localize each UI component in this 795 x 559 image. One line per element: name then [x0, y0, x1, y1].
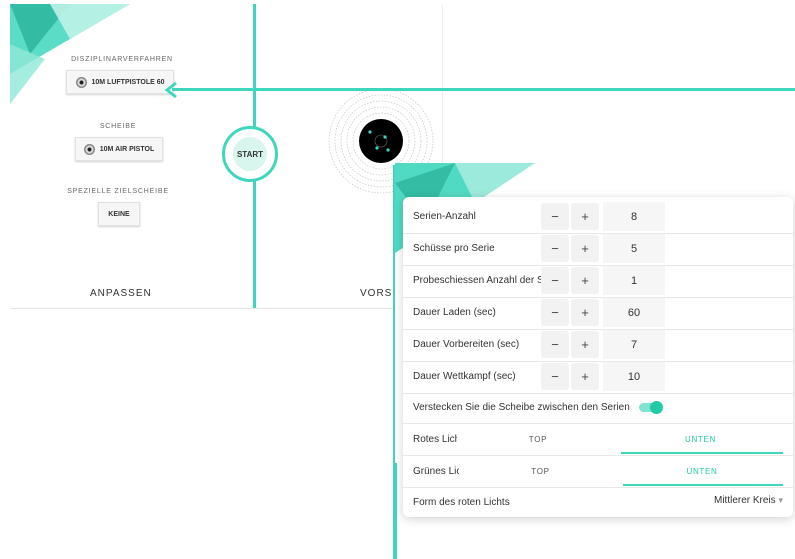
spezielle-select-button[interactable]: KEINE — [98, 202, 140, 226]
anpassen-label: ANPASSEN — [90, 288, 152, 299]
hide-target-label: Verstecken Sie die Scheibe zwischen den … — [413, 402, 630, 413]
green-light-option-bottom[interactable]: UNTEN — [621, 467, 783, 476]
decrement-button[interactable]: − — [541, 363, 569, 390]
setting-label: Schüsse pro Serie — [413, 243, 495, 254]
setting-label: Dauer Laden (sec) — [413, 307, 496, 318]
decrement-button[interactable]: − — [541, 299, 569, 326]
setting-value[interactable]: 5 — [603, 234, 665, 263]
decrement-button[interactable]: − — [541, 331, 569, 358]
panel-border — [393, 165, 395, 559]
scheibe-value: 10M AIR PISTOL — [99, 145, 155, 153]
setting-row-wettkampf: Dauer Wettkampf (sec) − + 10 — [403, 361, 793, 394]
setting-row-probeschiessen: Probeschiessen Anzahl der Serien − + 1 — [403, 265, 793, 298]
red-shape-select[interactable]: Mittlerer Kreis ▾ — [683, 495, 783, 506]
setting-value[interactable]: 10 — [603, 362, 665, 391]
setting-value[interactable]: 1 — [603, 266, 665, 295]
red-shape-label: Form des roten Lichts — [413, 497, 510, 508]
disziplin-label: DISZIPLINARVERFAHREN — [71, 56, 173, 63]
start-button[interactable]: START — [222, 126, 278, 182]
increment-button[interactable]: + — [571, 363, 599, 390]
setting-label: Probeschiessen Anzahl der Serien — [413, 275, 541, 286]
green-light-option-top[interactable]: TOP — [463, 467, 618, 476]
decrement-button[interactable]: − — [541, 235, 569, 262]
start-label: START — [236, 150, 264, 159]
increment-button[interactable]: + — [571, 235, 599, 262]
setting-label: Dauer Vorbereiten (sec) — [413, 339, 520, 350]
increment-button[interactable]: + — [571, 331, 599, 358]
increment-button[interactable]: + — [571, 267, 599, 294]
spezielle-value: KEINE — [108, 210, 130, 218]
setting-row-hide-target: Verstecken Sie die Scheibe zwischen den … — [403, 393, 793, 424]
selected-indicator — [621, 452, 783, 454]
settings-card: Serien-Anzahl − + 8 Schüsse pro Serie − … — [403, 197, 793, 517]
selected-indicator — [623, 484, 783, 486]
setting-value[interactable]: 7 — [603, 330, 665, 359]
setting-row-schuesse: Schüsse pro Serie − + 5 — [403, 233, 793, 266]
scheibe-label: SCHEIBE — [99, 123, 137, 130]
red-shape-value: Mittlerer Kreis — [714, 495, 776, 506]
disziplin-select-button[interactable]: 10M LUFTPISTOLE 60 — [66, 70, 174, 94]
red-light-option-top[interactable]: TOP — [463, 435, 613, 444]
setting-label: Dauer Wettkampf (sec) — [413, 371, 516, 382]
arrow-left-icon — [164, 81, 177, 99]
target-icon — [75, 76, 87, 88]
disziplin-value: 10M LUFTPISTOLE 60 — [91, 78, 165, 86]
setting-row-serien: Serien-Anzahl − + 8 — [403, 201, 793, 234]
red-light-option-bottom[interactable]: UNTEN — [618, 435, 783, 444]
increment-button[interactable]: + — [571, 203, 599, 230]
spezielle-label: SPEZIELLE ZIELSCHEIBE — [67, 188, 169, 195]
decrement-button[interactable]: − — [541, 203, 569, 230]
green-light-label: Grünes Licht — [413, 466, 459, 477]
setting-row-red-light: Rotes Licht TOP UNTEN — [403, 423, 793, 456]
setting-value[interactable]: 8 — [603, 202, 665, 231]
setting-value[interactable]: 60 — [603, 298, 665, 327]
arrow-line — [172, 88, 795, 91]
left-edge-accent — [395, 463, 397, 559]
setting-label: Serien-Anzahl — [413, 211, 476, 222]
scheibe-select-button[interactable]: 10M AIR PISTOL — [75, 137, 163, 161]
setting-row-green-light: Grünes Licht TOP UNTEN — [403, 455, 793, 488]
target-icon — [83, 143, 95, 155]
toggle-knob — [650, 401, 663, 414]
chevron-down-icon: ▾ — [778, 495, 783, 505]
setting-row-red-shape: Form des roten Lichts Mittlerer Kreis ▾ — [403, 487, 793, 517]
increment-button[interactable]: + — [571, 299, 599, 326]
red-light-label: Rotes Licht — [413, 434, 457, 445]
decrement-button[interactable]: − — [541, 267, 569, 294]
setting-row-vorbereiten: Dauer Vorbereiten (sec) − + 7 — [403, 329, 793, 362]
hide-target-toggle[interactable] — [637, 400, 665, 416]
setting-row-laden: Dauer Laden (sec) − + 60 — [403, 297, 793, 330]
